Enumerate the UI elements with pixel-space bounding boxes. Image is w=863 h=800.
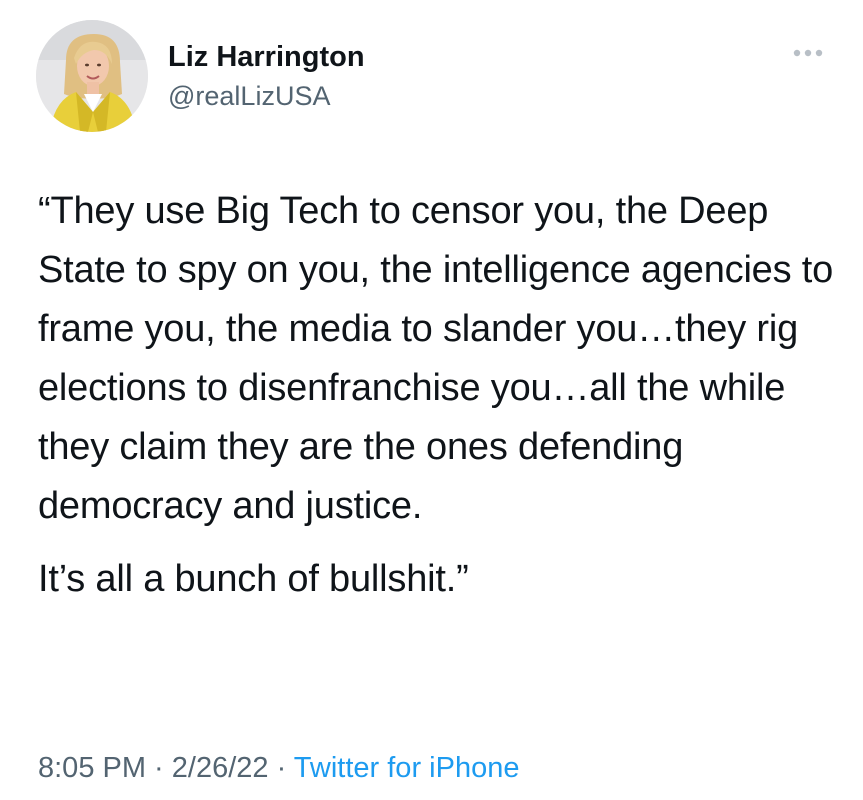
author-display-name[interactable]: Liz Harrington [168, 40, 365, 74]
meta-separator: · [268, 752, 294, 784]
author-info: Liz Harrington @realLizUSA [168, 40, 365, 112]
more-options-button[interactable] [786, 38, 830, 68]
author-handle[interactable]: @realLizUSA [168, 80, 365, 112]
tweet-paragraph: It’s all a bunch of bullshit.” [38, 558, 469, 600]
tweet-paragraph: “They use Big Tech to censor you, the De… [38, 190, 834, 527]
avatar-photo [36, 20, 148, 132]
tweet-time[interactable]: 8:05 PM [38, 752, 146, 784]
author-avatar[interactable] [36, 20, 148, 132]
tweet-source-link[interactable]: Twitter for iPhone [294, 752, 520, 784]
tweet: Liz Harrington @realLizUSA “They use Big… [0, 0, 863, 800]
more-horizontal-icon [793, 49, 823, 57]
tweet-text: “They use Big Tech to censor you, the De… [38, 182, 838, 609]
tweet-meta: 8:05 PM · 2/26/22 · Twitter for iPhone [38, 748, 519, 788]
tweet-date[interactable]: 2/26/22 [172, 752, 269, 784]
meta-separator: · [146, 752, 172, 784]
